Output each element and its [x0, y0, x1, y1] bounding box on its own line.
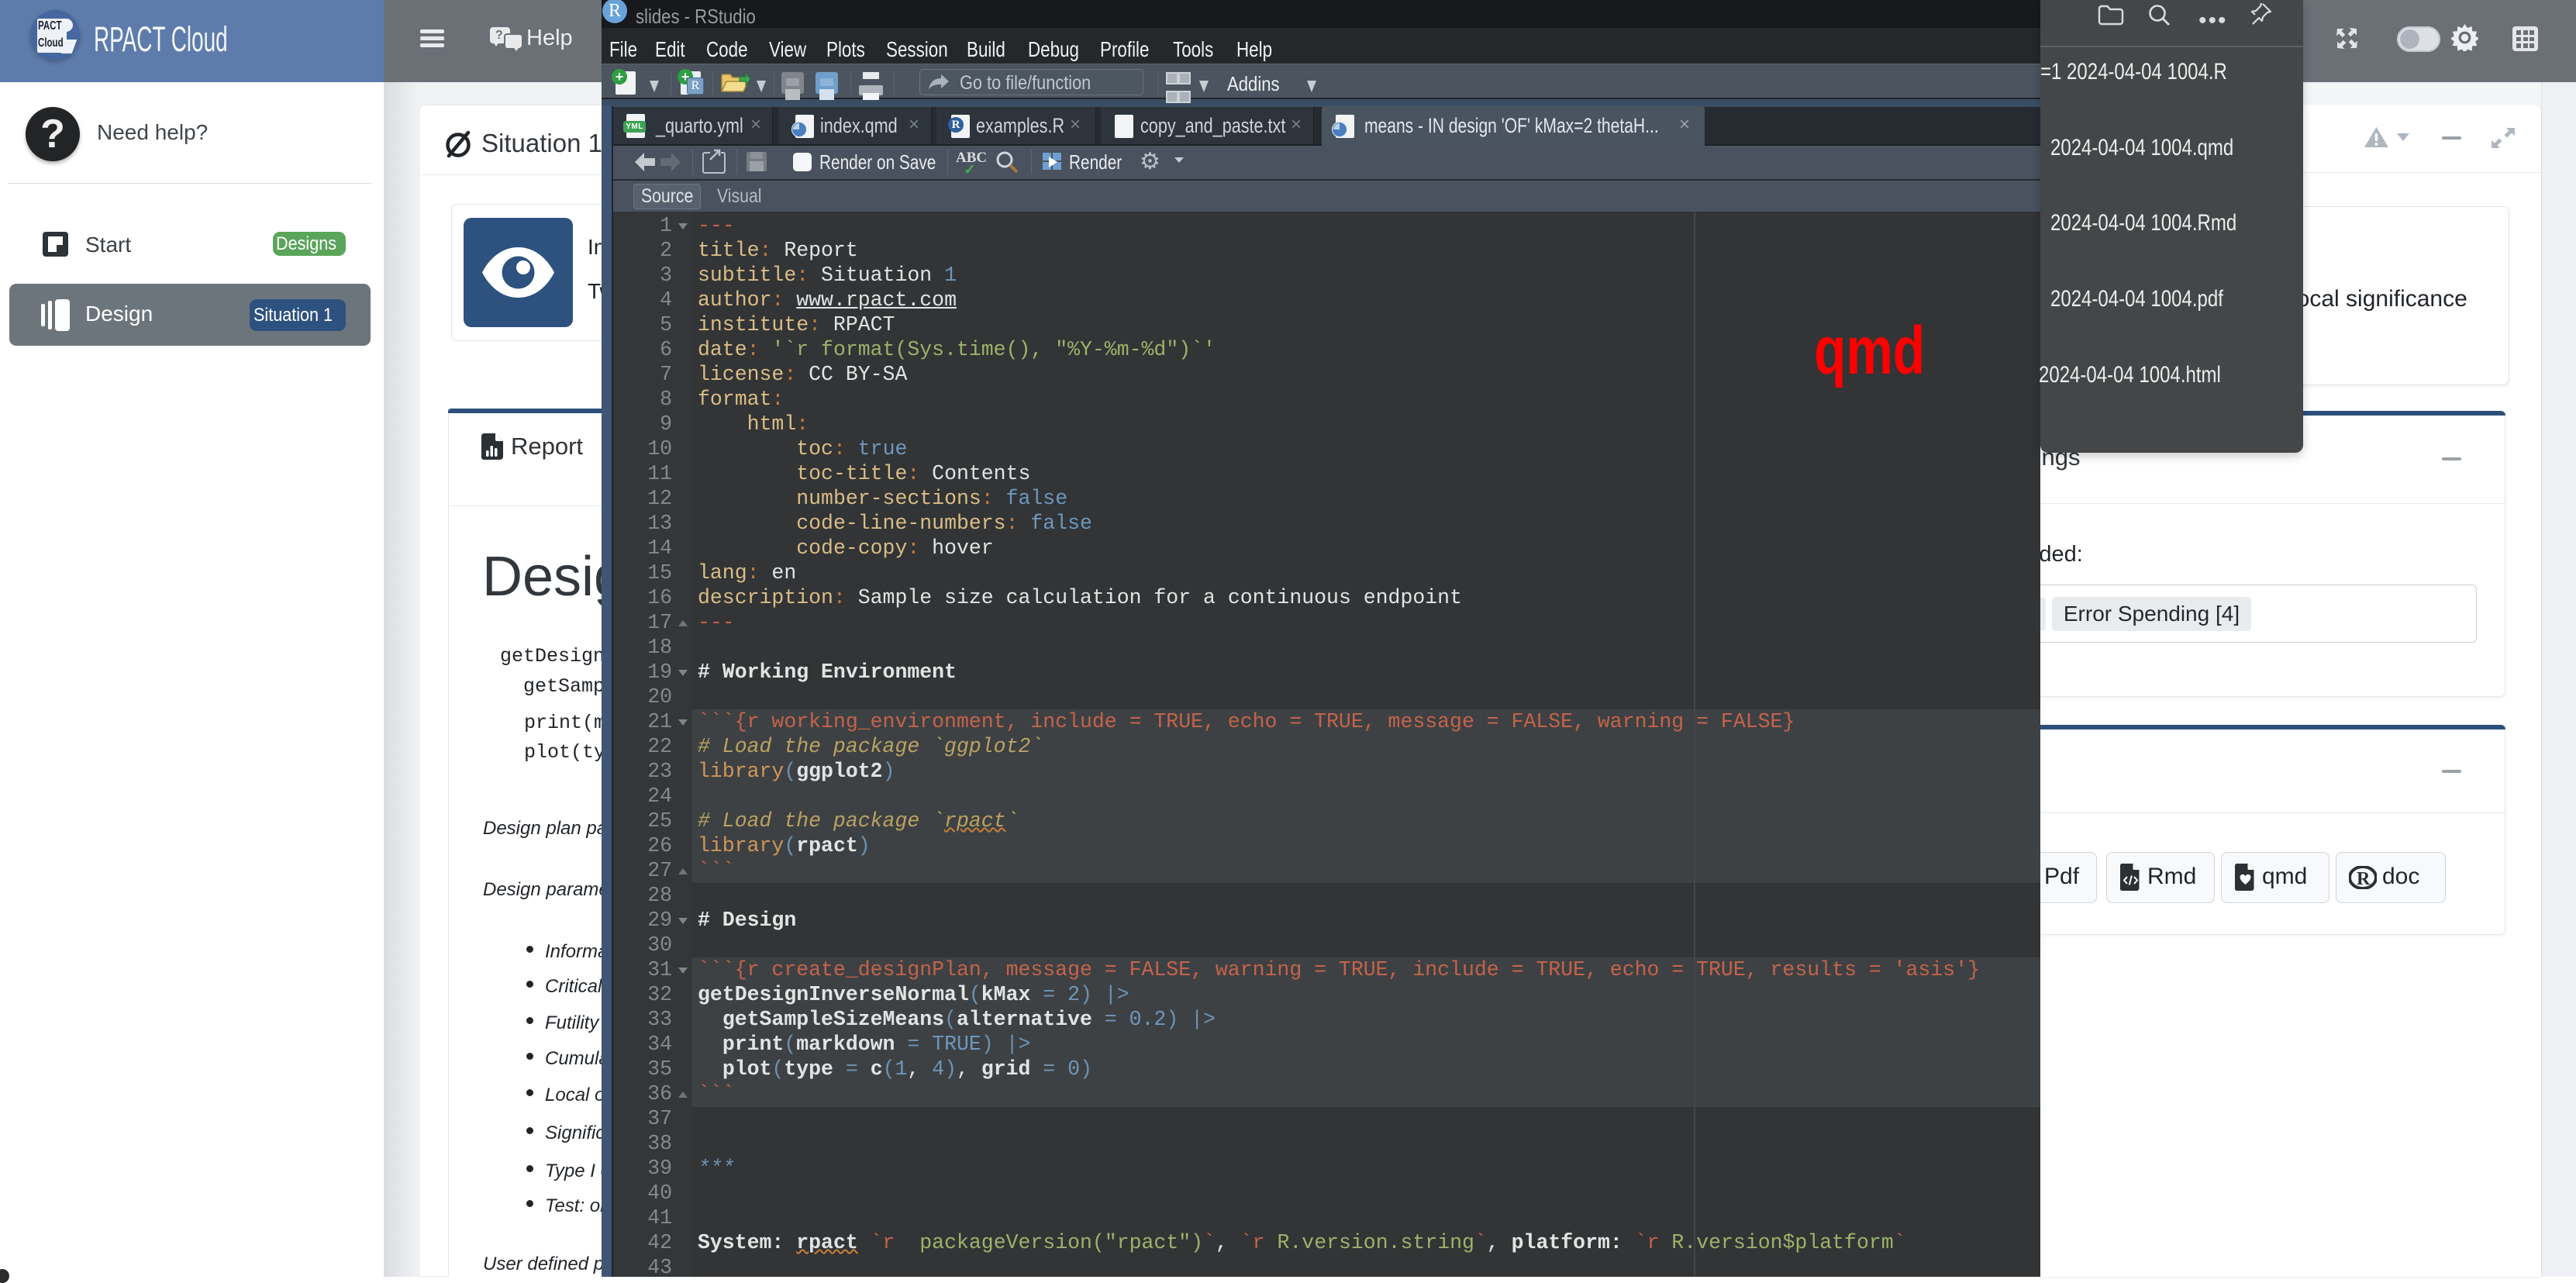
- svg-text:R: R: [2357, 869, 2371, 889]
